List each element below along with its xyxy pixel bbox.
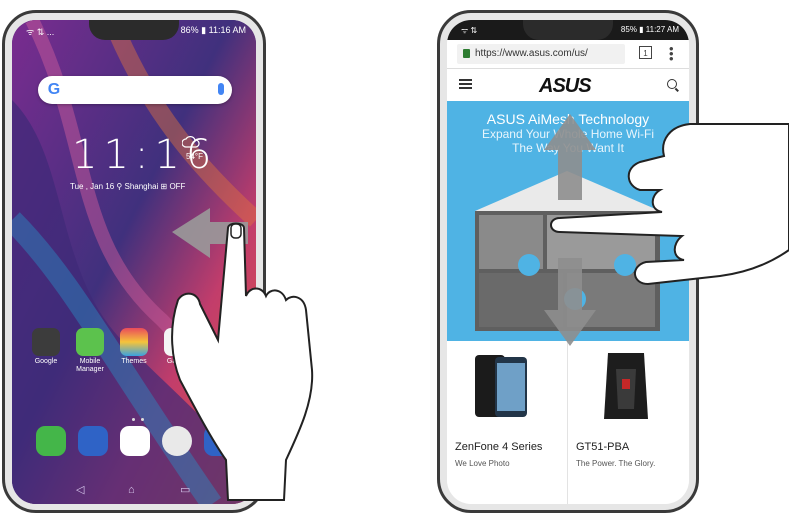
- overflow-menu-icon[interactable]: • • •: [669, 42, 674, 65]
- back-icon[interactable]: ◁: [76, 483, 84, 496]
- app-label: Themes: [121, 358, 147, 365]
- chrome-icon[interactable]: [162, 426, 192, 456]
- product-tagline: We Love Photo: [455, 459, 510, 468]
- recents-icon[interactable]: ▭: [180, 483, 190, 496]
- app-icon[interactable]: [204, 426, 234, 456]
- product-tagline: The Power. The Glory.: [576, 459, 656, 468]
- play-store-icon[interactable]: [120, 426, 150, 456]
- google-g-icon: G: [47, 81, 61, 98]
- hero-banner[interactable]: ASUS AiMesh Technology Expand Your Whole…: [447, 101, 689, 341]
- hamburger-menu-icon[interactable]: [459, 79, 472, 89]
- gallery-icon: [164, 328, 192, 356]
- product-name: GT51-PBA: [576, 441, 630, 453]
- lock-icon: [463, 49, 470, 58]
- app-label: Gallery: [166, 358, 190, 365]
- hero-title: ASUS AiMesh Technology: [486, 111, 650, 127]
- camera-notch: [523, 20, 613, 40]
- url-text: https://www.asus.com/us/: [475, 48, 588, 59]
- date-location: Tue , Jan 16 ⚲ Shanghai ⊞ OFF: [70, 182, 186, 191]
- camera-notch: [89, 20, 179, 40]
- url-field[interactable]: https://www.asus.com/us/: [457, 44, 625, 64]
- app-google-folder[interactable]: Google: [26, 328, 66, 366]
- app-mobile-manager[interactable]: Mobile Manager: [70, 328, 110, 374]
- product-name: ZenFone 4 Series: [455, 441, 543, 453]
- status-battery-time: 86% ▮ 11:16 AM: [180, 25, 246, 35]
- search-icon[interactable]: [667, 79, 677, 89]
- status-icons: ᯤ ⇅ ...: [26, 27, 55, 37]
- right-phone-frame: ᯤ ⇅ 85% ▮ 11:27 AM https://www.asus.com/…: [437, 10, 699, 513]
- mobile-manager-icon: [76, 328, 104, 356]
- hero-subtitle-2: The Way You Want It: [512, 141, 624, 155]
- navigation-bar: ◁ ⌂ ▭: [12, 478, 256, 504]
- temperature: 54°F: [186, 152, 203, 161]
- home-screen[interactable]: ᯤ ⇅ ... 86% ▮ 11:16 AM G 11:16 54°F Tue …: [12, 20, 256, 504]
- product-card[interactable]: ZenFone 4 Series We Love Photo: [447, 341, 568, 504]
- browser-screen[interactable]: ᯤ ⇅ 85% ▮ 11:27 AM https://www.asus.com/…: [447, 20, 689, 504]
- cloud-icon: [182, 136, 200, 148]
- google-search-bar[interactable]: G: [38, 76, 232, 104]
- app-gallery[interactable]: Gallery: [158, 328, 198, 366]
- site-header: ASUS: [447, 69, 689, 101]
- messages-icon[interactable]: [78, 426, 108, 456]
- phone-icon[interactable]: [36, 426, 66, 456]
- left-phone-frame: ᯤ ⇅ ... 86% ▮ 11:16 AM G 11:16 54°F Tue …: [2, 10, 266, 513]
- status-battery-time: 85% ▮ 11:27 AM: [620, 25, 679, 34]
- hero-subtitle-1: Expand Your Whole Home Wi-Fi: [481, 127, 655, 141]
- asus-logo[interactable]: ASUS: [539, 75, 592, 98]
- themes-icon: [120, 328, 148, 356]
- product-card[interactable]: GT51-PBA The Power. The Glory.: [568, 341, 688, 504]
- app-themes[interactable]: Themes: [114, 328, 154, 366]
- home-icon[interactable]: ⌂: [128, 484, 135, 496]
- page-indicator: [129, 408, 147, 426]
- app-label: Mobile Manager: [76, 358, 104, 373]
- mic-icon[interactable]: [218, 83, 224, 95]
- gt51-image: [604, 353, 648, 419]
- google-folder-icon: [32, 328, 60, 356]
- product-grid: ZenFone 4 Series We Love Photo GT51-PBA …: [447, 341, 689, 504]
- status-icons: ᯤ ⇅: [461, 26, 478, 35]
- app-label: Google: [34, 358, 58, 365]
- browser-toolbar: https://www.asus.com/us/ 1 • • •: [447, 40, 689, 69]
- tabs-count-icon[interactable]: 1: [639, 46, 652, 59]
- zenfone-image: [475, 355, 527, 417]
- house-illustration: [475, 171, 660, 331]
